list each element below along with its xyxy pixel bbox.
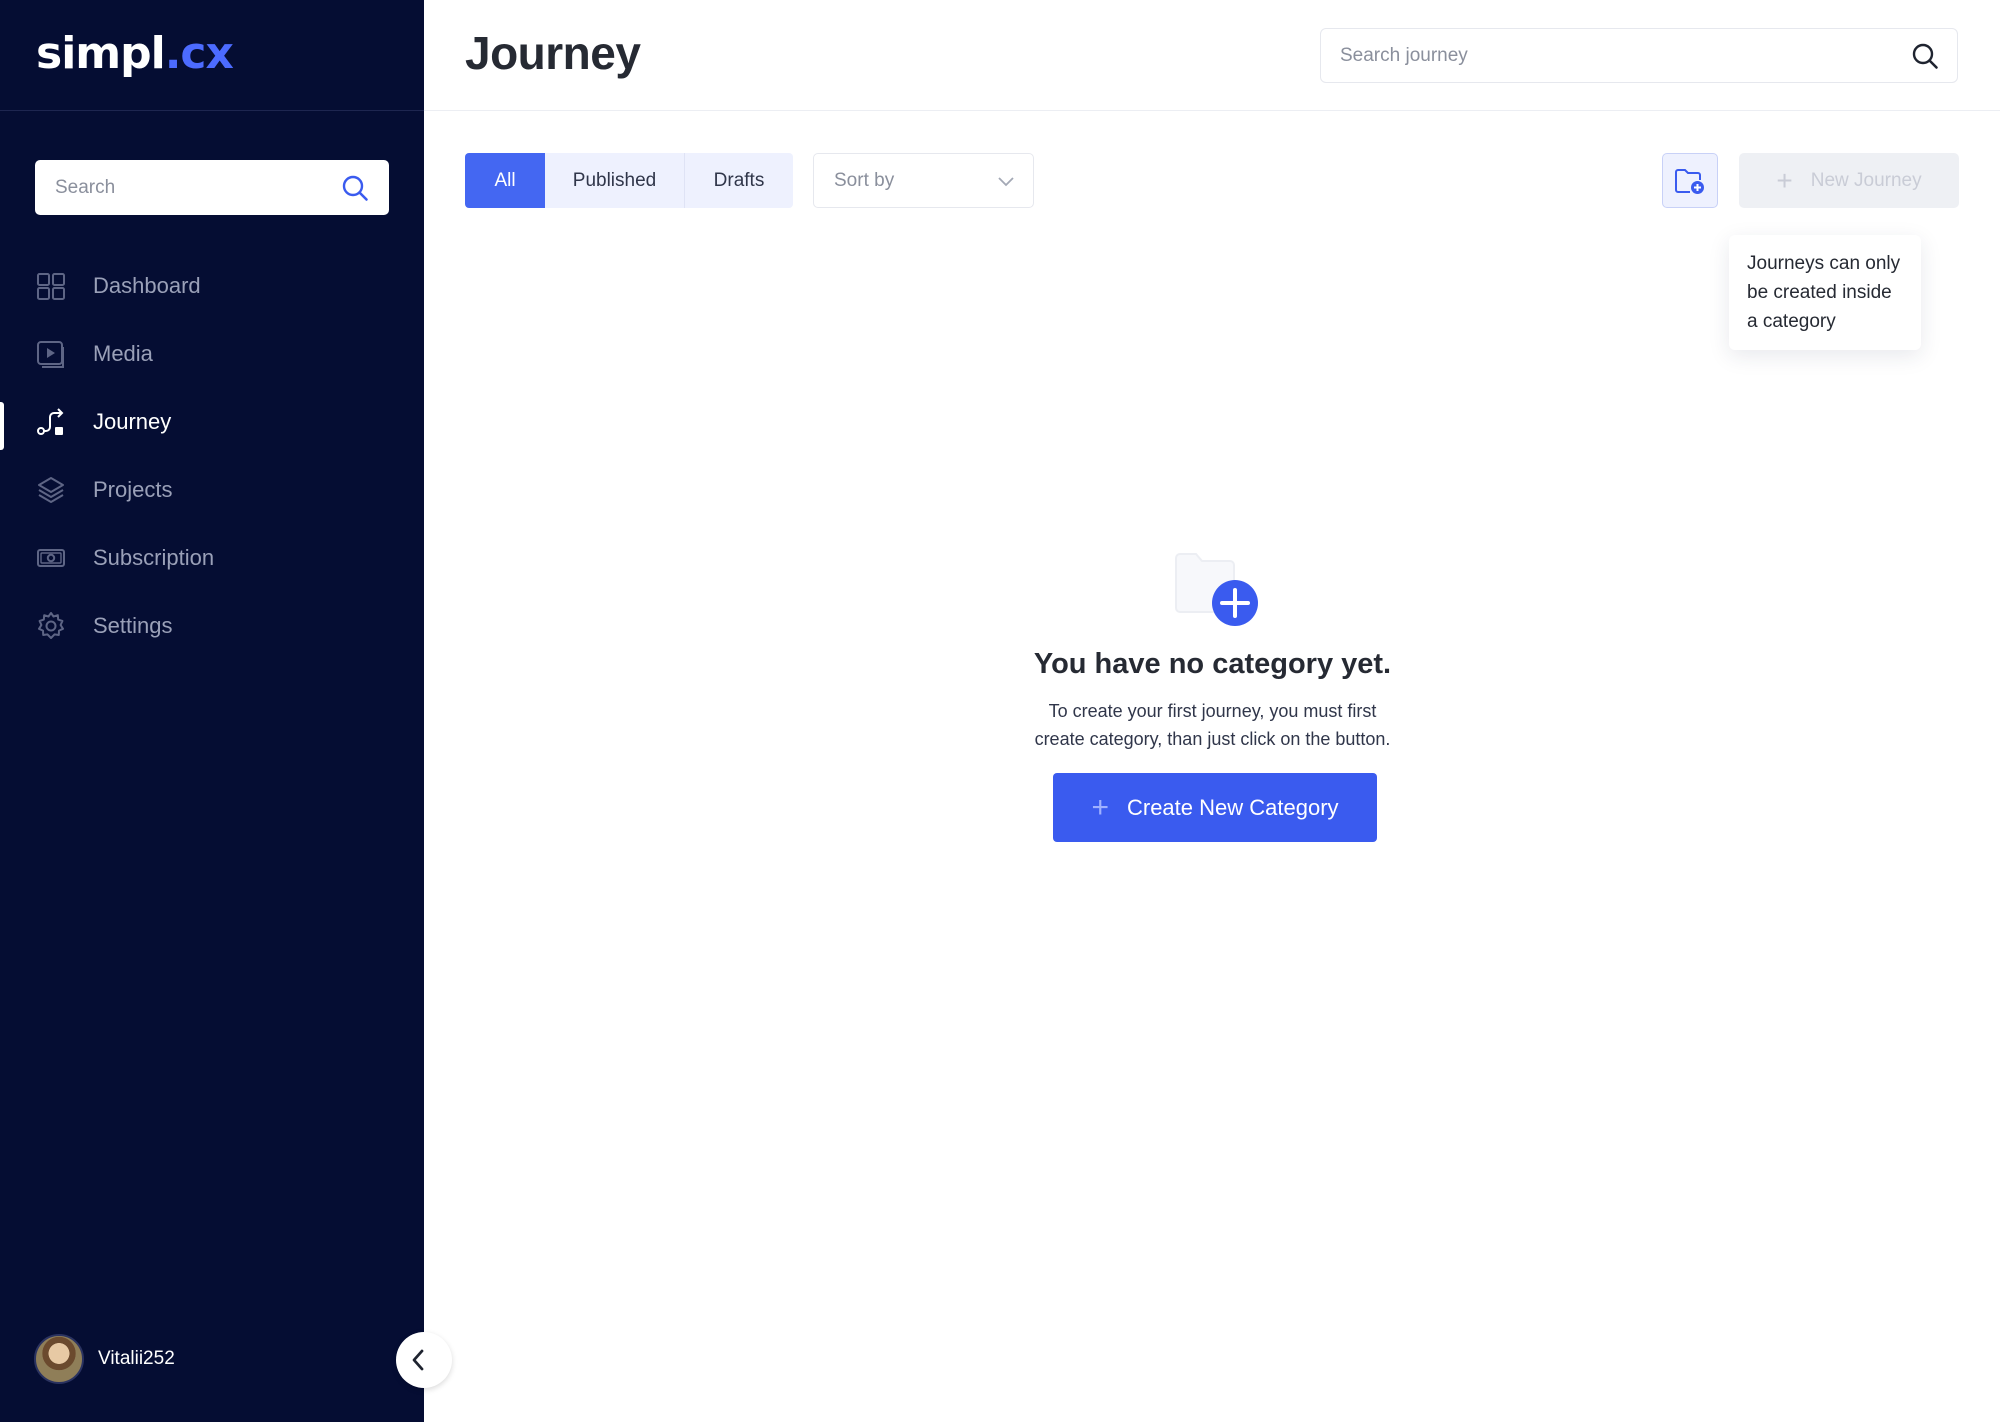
sidebar-item-journey[interactable]: Journey [0, 388, 424, 456]
page-title: Journey [465, 27, 641, 79]
new-journey-tooltip: Journeys can only be created inside a ca… [1729, 235, 1921, 350]
search-icon[interactable] [341, 174, 369, 202]
journey-route-icon [36, 407, 66, 437]
sidebar-item-label: Dashboard [93, 273, 201, 298]
sidebar-item-dashboard[interactable]: Dashboard [0, 252, 424, 320]
sidebar-item-media[interactable]: Media [0, 320, 424, 388]
create-new-category-button[interactable]: + Create New Category [1053, 773, 1377, 842]
folder-add-icon [1675, 168, 1704, 194]
journey-search-input[interactable] [1340, 44, 1911, 67]
create-new-category-label: Create New Category [1126, 794, 1339, 820]
user-profile[interactable]: Vitalii252 [34, 1334, 175, 1384]
money-icon [36, 543, 66, 573]
collapse-sidebar-button[interactable] [396, 1332, 452, 1388]
tab-drafts[interactable]: Drafts [685, 153, 793, 208]
sidebar-nav: Dashboard Media Journey Projects Subscri… [0, 252, 424, 660]
plus-icon: + [1776, 164, 1793, 196]
sidebar-item-settings[interactable]: Settings [0, 592, 424, 660]
new-journey-button[interactable]: + New Journey [1739, 153, 1959, 208]
sort-by-dropdown[interactable]: Sort by [813, 153, 1034, 208]
sidebar-search-input[interactable] [55, 176, 341, 199]
empty-state-description: To create your first journey, you must f… [1034, 701, 1391, 749]
user-name: Vitalii252 [98, 1348, 175, 1369]
sidebar-item-label: Settings [93, 613, 173, 638]
sidebar-item-label: Journey [93, 409, 172, 434]
sidebar-search [35, 160, 389, 215]
empty-state: You have no category yet. To create your… [1000, 548, 1425, 842]
gear-icon [36, 611, 66, 641]
sidebar-item-label: Media [93, 341, 153, 366]
media-play-icon [36, 339, 66, 369]
chevron-down-icon [998, 176, 1014, 186]
plus-icon: + [1091, 790, 1109, 824]
filter-tabs: All Published Drafts [465, 153, 793, 208]
top-bar: Journey [424, 0, 2000, 111]
sidebar-item-projects[interactable]: Projects [0, 456, 424, 524]
chevron-left-icon [412, 1349, 424, 1371]
journey-search [1320, 28, 1958, 83]
dashboard-icon [36, 271, 66, 301]
sidebar-divider [0, 110, 424, 111]
avatar[interactable] [34, 1334, 84, 1384]
add-category-button[interactable] [1662, 153, 1718, 208]
sidebar-item-label: Projects [93, 477, 173, 502]
sidebar: simpl.cx Dashboard Media Journey [0, 0, 424, 1422]
brand-logo[interactable]: simpl.cx [36, 26, 234, 82]
folder-add-icon [1175, 553, 1258, 626]
logo-text-main: simpl [36, 28, 166, 79]
sidebar-item-label: Subscription [93, 545, 215, 570]
empty-state-title: You have no category yet. [1033, 648, 1392, 680]
new-journey-label: New Journey [1810, 169, 1922, 191]
search-icon[interactable] [1911, 42, 1939, 70]
sidebar-item-subscription[interactable]: Subscription [0, 524, 424, 592]
tab-published[interactable]: Published [545, 153, 685, 208]
sort-by-placeholder: Sort by [834, 169, 895, 191]
layers-icon [36, 475, 66, 505]
logo-text-ext: cx [180, 28, 233, 79]
logo-text-dot: . [164, 28, 182, 79]
tab-all[interactable]: All [465, 153, 545, 208]
